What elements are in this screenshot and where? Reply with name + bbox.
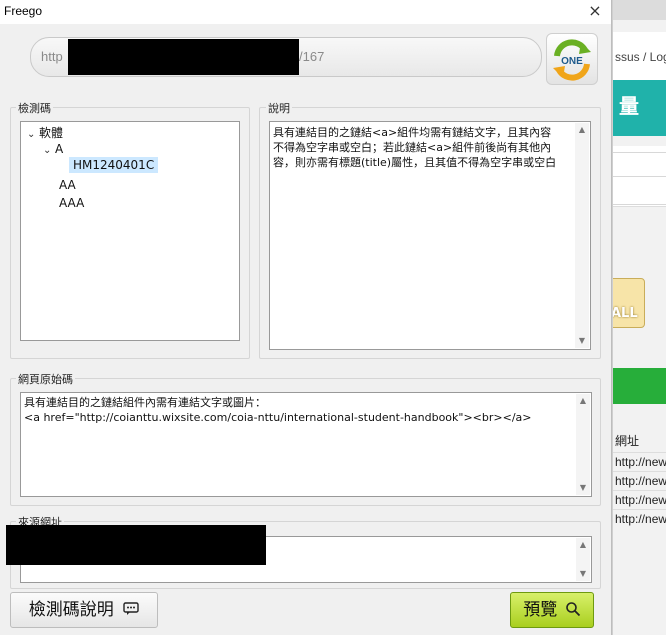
tree-item-label: HM1240401C (69, 157, 159, 173)
page-source-scrollbar[interactable]: ▲ ▼ (576, 394, 590, 495)
tree-item-software[interactable]: ⌄ 軟體 (27, 124, 63, 141)
background-table-row[interactable]: http://new (613, 471, 666, 491)
page-source-label: 網頁原始碼 (16, 371, 75, 387)
tree-item-aa[interactable]: AA (59, 178, 76, 192)
page-source-textarea[interactable]: 具有連結目的之鏈結組件內需有連結文字或圖片： <a href="http://c… (20, 392, 592, 497)
background-breadcrumb[interactable]: ssus / Log (615, 50, 666, 64)
check-code-help-button[interactable]: 檢測碼說明 (10, 592, 158, 628)
window-title: Freego (4, 4, 43, 18)
page-source-line-2: <a href="http://coianttu.wixsite.com/coi… (24, 411, 532, 424)
speech-bubble-icon (123, 602, 139, 615)
refresh-cycle-icon: ONE (553, 39, 591, 81)
one-label: ONE (561, 56, 583, 67)
background-ruler (613, 146, 666, 207)
source-url-scrollbar[interactable]: ▲ ▼ (576, 538, 590, 581)
url-input[interactable]: http /167 (30, 37, 542, 77)
background-column-header: 網址 (615, 434, 640, 448)
redacted-source-block (6, 525, 266, 565)
tree-item-a[interactable]: ⌄ A (43, 142, 63, 156)
scroll-down-arrow-icon[interactable]: ▼ (575, 334, 589, 348)
background-titlebar (613, 0, 666, 20)
redacted-url-block (68, 39, 299, 75)
help-button-label: 檢測碼說明 (28, 600, 114, 620)
one-check-button[interactable]: ONE (546, 33, 598, 85)
tree-item-hm1240401c[interactable]: HM1240401C (69, 157, 159, 173)
check-code-label: 檢測碼 (16, 100, 53, 116)
background-table-row[interactable]: http://new (613, 452, 666, 472)
description-textarea[interactable]: 具有連結目的之鏈結<a>組件均需有鏈結文字，且其內容不得為空字串或空白；若此鏈結… (269, 121, 591, 350)
title-bar: Freego × (0, 0, 611, 24)
chevron-down-icon[interactable]: ⌄ (43, 145, 55, 156)
close-button[interactable]: × (585, 1, 605, 21)
preview-button[interactable]: 預覽 (510, 592, 594, 628)
tree-item-label: AA (59, 178, 76, 192)
scroll-down-arrow-icon[interactable]: ▼ (576, 567, 590, 581)
magnifier-icon (565, 602, 580, 617)
description-scrollbar[interactable]: ▲ ▼ (575, 123, 589, 348)
url-prefix: http (41, 49, 63, 64)
chevron-down-icon[interactable]: ⌄ (27, 129, 39, 140)
background-banner-text: 量 (619, 94, 639, 118)
tree-item-label: 軟體 (39, 126, 64, 140)
background-all-label: ALL (612, 306, 638, 321)
scroll-up-arrow-icon[interactable]: ▲ (576, 538, 590, 552)
tree-item-label: AAA (59, 196, 85, 210)
freego-dialog: Freego × http /167 ONE 檢測碼 ⌄ 軟體 ⌄ A HM1240… (0, 0, 612, 635)
scroll-down-arrow-icon[interactable]: ▼ (576, 481, 590, 495)
page-source-line-1: 具有連結目的之鏈結組件內需有連結文字或圖片： (24, 396, 266, 409)
description-label: 說明 (266, 100, 292, 116)
background-table-row[interactable]: http://new (613, 490, 666, 510)
scroll-up-arrow-icon[interactable]: ▲ (576, 394, 590, 408)
preview-button-label: 預覽 (523, 600, 558, 620)
url-suffix: /167 (299, 49, 325, 64)
check-code-tree[interactable]: ⌄ 軟體 ⌄ A HM1240401C AA AAA (20, 121, 240, 341)
tree-item-label: A (55, 142, 64, 156)
page-source-text: 具有連結目的之鏈結組件內需有連結文字或圖片： <a href="http://c… (24, 395, 569, 425)
background-app-window: ssus / Log 量 ALL 網址 http://new http://ne… (612, 0, 666, 635)
background-table-row[interactable]: http://new (613, 509, 666, 529)
tree-item-aaa[interactable]: AAA (59, 196, 84, 210)
scroll-up-arrow-icon[interactable]: ▲ (575, 123, 589, 137)
description-text: 具有連結目的之鏈結<a>組件均需有鏈結文字，且其內容不得為空字串或空白；若此鏈結… (273, 126, 557, 169)
background-green-bar (613, 368, 666, 404)
